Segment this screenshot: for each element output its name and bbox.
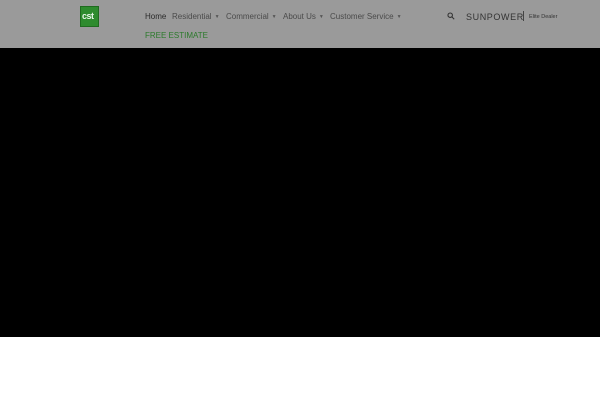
nav-item-residential[interactable]: Residential ▼ [172, 11, 220, 23]
nav-item-label: Commercial [226, 12, 269, 22]
search-icon[interactable] [447, 12, 455, 20]
hero-video-area[interactable] [0, 48, 600, 337]
elite-dealer-label: Elite Dealer [529, 14, 558, 20]
nav-item-about-us[interactable]: About Us ▼ [283, 11, 324, 23]
logo-text: cst [82, 11, 94, 21]
nav-item-customer-service[interactable]: Customer Service ▼ [330, 11, 402, 23]
nav-item-commercial[interactable]: Commercial ▼ [226, 11, 277, 23]
chevron-down-icon: ▼ [214, 14, 220, 20]
logo-divider [523, 11, 524, 21]
cst-logo[interactable]: cst [80, 6, 99, 27]
chevron-down-icon: ▼ [318, 14, 324, 20]
free-estimate-link[interactable]: FREE ESTIMATE [145, 31, 208, 41]
nav-item-label: Home [145, 12, 167, 21]
chevron-down-icon: ▼ [271, 14, 277, 20]
chevron-down-icon: ▼ [396, 14, 402, 20]
nav-item-label: About Us [283, 12, 316, 22]
nav-item-label: Residential [172, 12, 212, 22]
sunpower-logo[interactable]: SUNPOWER [466, 11, 524, 23]
nav-item-label: Customer Service [330, 12, 394, 22]
content-area [0, 337, 600, 400]
nav-item-home[interactable]: Home [145, 11, 166, 23]
site-header: cst Home Residential ▼ Commercial ▼ About … [0, 0, 600, 48]
